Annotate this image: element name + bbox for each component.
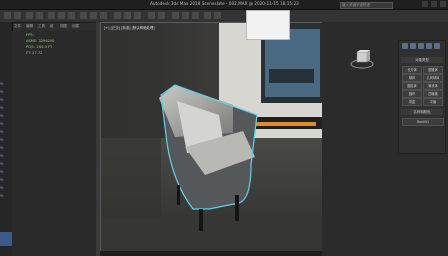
left-panel-item[interactable]: Ht (0, 130, 4, 134)
scene-stats-area: FPS: ASME: 3296200 PO/L: 200.4 FT FT: 27… (12, 31, 96, 256)
percent-snap-icon[interactable] (134, 12, 141, 19)
link-icon[interactable] (26, 12, 33, 19)
object-name-field[interactable]: Box001 (402, 118, 444, 126)
viewcube-icon[interactable] (350, 50, 374, 70)
scale-icon[interactable] (100, 12, 107, 19)
menu-views[interactable]: 视图 (60, 24, 67, 29)
create-tab-icon[interactable] (402, 43, 408, 49)
redo-icon[interactable] (14, 12, 21, 19)
stat-line: FT: 27.72 (26, 51, 43, 55)
menu-create[interactable]: 创建 (72, 24, 79, 29)
motion-tab-icon[interactable] (426, 43, 432, 49)
left-panel-item[interactable]: Ht (0, 194, 4, 198)
box-button[interactable]: 长方体 (402, 66, 422, 74)
cylinder-button[interactable]: 圆柱体 (402, 82, 422, 90)
viewport-label[interactable]: [+] [正交] [标准] [默认明暗处理] (104, 25, 155, 30)
close-button[interactable] (440, 1, 446, 7)
pyramid-button[interactable]: 四棱锥 (423, 90, 443, 98)
left-panel-item[interactable]: Ht (0, 162, 4, 166)
modify-tab-icon[interactable] (410, 43, 416, 49)
active-layer-highlight[interactable] (0, 232, 12, 246)
material-editor-icon[interactable] (172, 12, 179, 19)
move-icon[interactable] (80, 12, 87, 19)
teapot-render-icon[interactable] (204, 12, 211, 19)
undo-icon[interactable] (4, 12, 11, 19)
render-icon[interactable] (192, 12, 199, 19)
align-icon[interactable] (158, 12, 165, 19)
display-tab-icon[interactable] (434, 43, 440, 49)
select-by-name-icon[interactable] (58, 12, 65, 19)
command-panel: 对象类型 长方体 圆锥体 球体 几何球体 圆柱体 管状体 圆环 四棱锥 茶壶 平… (398, 40, 446, 154)
name-color-header[interactable]: 名称和颜色 (401, 109, 443, 115)
left-panel-item[interactable]: Ht (0, 186, 4, 190)
perspective-viewport[interactable]: [+] [正交] [标准] [默认明暗处理] (100, 22, 324, 253)
search-input[interactable]: 键入关键字或短语 (340, 2, 393, 9)
plane-button[interactable]: 平面 (423, 98, 443, 106)
title-bar: Autodesk 3ds Max 2018 Sceneslate - 002.M… (0, 0, 448, 10)
left-wall (101, 23, 161, 252)
tv-image (269, 69, 314, 83)
rect-select-icon[interactable] (68, 12, 75, 19)
tube-button[interactable]: 管状体 (423, 82, 443, 90)
teapot-button[interactable]: 茶壶 (402, 98, 422, 106)
tooltip-popup (246, 10, 290, 40)
rug (101, 218, 323, 252)
left-panel-item[interactable]: Ht (0, 98, 4, 102)
window-title: Autodesk 3ds Max 2018 Sceneslate - 002.M… (150, 1, 299, 6)
left-panel-item[interactable]: Ht (0, 138, 4, 142)
left-panel-item[interactable]: Ht (0, 178, 4, 182)
left-panel-item[interactable]: Ht (0, 146, 4, 150)
unlink-icon[interactable] (36, 12, 43, 19)
rotate-icon[interactable] (90, 12, 97, 19)
minimize-button[interactable] (422, 1, 428, 7)
window-controls (422, 1, 446, 7)
viewport-render (101, 23, 323, 252)
time-slider[interactable] (100, 251, 322, 256)
torus-button[interactable]: 圆环 (402, 90, 422, 98)
menu-group[interactable]: 组 (50, 24, 54, 29)
menu-file[interactable]: 文件 (14, 24, 21, 29)
left-panel-item[interactable]: Ht (0, 154, 4, 158)
menu-edit[interactable]: 编辑 (26, 24, 33, 29)
left-panel-item[interactable]: Ht (0, 82, 4, 86)
hierarchy-tab-icon[interactable] (418, 43, 424, 49)
menu-tools[interactable]: 工具 (38, 24, 45, 29)
cone-button[interactable]: 圆锥体 (423, 66, 443, 74)
chair-leg (235, 195, 239, 221)
angle-snap-icon[interactable] (124, 12, 131, 19)
select-icon[interactable] (48, 12, 55, 19)
render-frame-icon[interactable] (214, 12, 221, 19)
left-panel-item[interactable]: Ht (0, 90, 4, 94)
left-panel-item[interactable]: Ht (0, 106, 4, 110)
maximize-button[interactable] (431, 1, 437, 7)
snap-icon[interactable] (114, 12, 121, 19)
left-panel-item[interactable]: Ht (0, 122, 4, 126)
chair-leg (199, 209, 203, 231)
mirror-icon[interactable] (148, 12, 155, 19)
geosphere-button[interactable]: 几何球体 (423, 74, 443, 82)
left-panel-item[interactable]: Ht (0, 114, 4, 118)
object-type-header[interactable]: 对象类型 (401, 57, 443, 63)
render-setup-icon[interactable] (182, 12, 189, 19)
stat-line: PO/L: 200.4 FT (26, 45, 53, 49)
sphere-button[interactable]: 球体 (402, 74, 422, 82)
chair-leg (177, 185, 180, 205)
stat-line: FPS: (26, 33, 34, 37)
stat-line: ASME: 3296200 (26, 39, 55, 43)
left-panel-item[interactable]: Ht (0, 170, 4, 174)
